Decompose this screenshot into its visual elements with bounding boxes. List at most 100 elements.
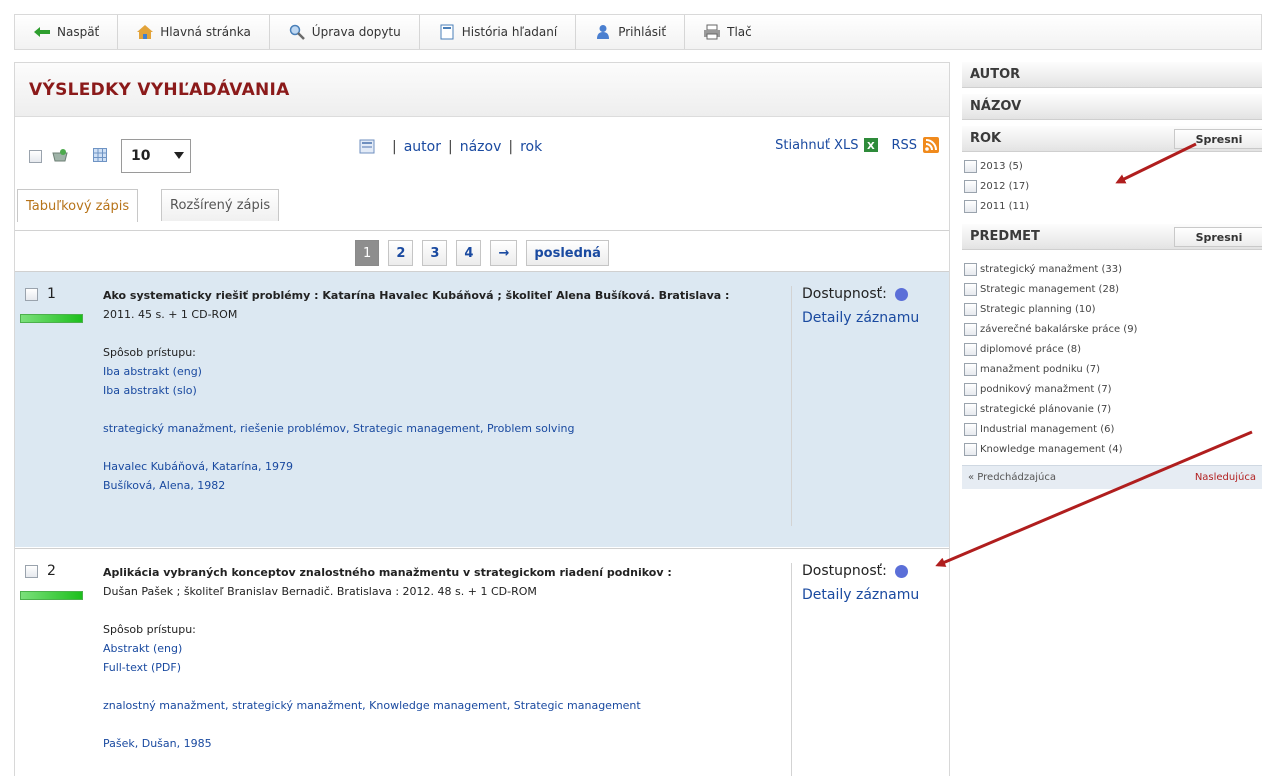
access-link[interactable]: Abstrakt (eng) (103, 639, 773, 658)
facet-checkbox[interactable] (964, 422, 977, 436)
home-icon (136, 24, 154, 40)
facet-subject-item[interactable]: Strategic management (28) (964, 279, 1262, 299)
per-page-select[interactable]: 10 (121, 139, 191, 173)
page-1[interactable]: 1 (355, 240, 380, 266)
sort-icon (359, 139, 377, 155)
facet-checkbox[interactable] (964, 402, 977, 416)
facet-item-label: 2011 (11) (980, 200, 1030, 212)
facet-subject-item[interactable]: Knowledge management (4) (964, 439, 1262, 459)
subject-links[interactable]: strategický manažment, riešenie problémo… (103, 419, 773, 438)
record-title: Aplikácia vybraných konceptov znalostnéh… (103, 566, 672, 579)
access-link[interactable]: Iba abstrakt (eng) (103, 362, 773, 381)
availability: Dostupnosť: (802, 286, 919, 302)
record-index: 2 (47, 563, 56, 579)
edit-query-label: Úprava dopytu (311, 25, 401, 39)
facet-subject-item[interactable]: Industrial management (6) (964, 419, 1262, 439)
subject-links[interactable]: znalostný manažment, strategický manažme… (103, 696, 773, 715)
login-button[interactable]: Prihlásiť (576, 15, 686, 49)
facet-subject-label: PREDMET (970, 229, 1040, 244)
last-page-button[interactable]: posledná (526, 240, 609, 266)
sort-by-year[interactable]: rok (520, 139, 542, 155)
page-4[interactable]: 4 (456, 240, 482, 266)
sort-separator: | (392, 139, 397, 155)
facet-checkbox[interactable] (964, 262, 977, 276)
pagination: 1 2 3 4 → posledná (15, 233, 949, 273)
facet-checkbox[interactable] (964, 342, 977, 356)
facet-checkbox[interactable] (964, 179, 977, 193)
facet-checkbox[interactable] (964, 302, 977, 316)
next-page-button[interactable]: → (490, 240, 518, 266)
facet-subject-item[interactable]: diplomové práce (8) (964, 339, 1262, 359)
sort-by-title[interactable]: názov (460, 139, 502, 155)
access-link[interactable]: Iba abstrakt (slo) (103, 381, 773, 400)
refine-subject-button[interactable]: Spresni (1174, 227, 1262, 247)
tab-table-view[interactable]: Tabuľkový zápis (17, 189, 139, 222)
top-toolbar: Naspäť Hlavná stránka Úprava dopytu Hist… (14, 14, 1262, 50)
home-label: Hlavná stránka (160, 25, 251, 39)
facet-checkbox[interactable] (964, 282, 977, 296)
back-button[interactable]: Naspäť (15, 15, 119, 49)
search-history-button[interactable]: História hľadaní (420, 15, 577, 49)
facet-year-item[interactable]: 2012 (17) (964, 176, 1262, 196)
access-link[interactable]: Full-text (PDF) (103, 658, 773, 677)
dropdown-arrow-icon (174, 152, 184, 159)
results-title: VÝSLEDKY VYHĽADÁVANIA (29, 79, 290, 100)
rss-icon[interactable] (923, 137, 939, 153)
sort-by-author[interactable]: autor (404, 139, 441, 155)
svg-text:X: X (867, 141, 875, 152)
home-button[interactable]: Hlavná stránka (118, 15, 270, 49)
facet-item-label: 2013 (5) (980, 160, 1023, 172)
back-label: Naspäť (57, 25, 100, 39)
author-link[interactable]: Pašek, Dušan, 1985 (103, 734, 773, 753)
download-xls-link[interactable]: Stiahnuť XLS (775, 138, 858, 153)
facet-checkbox[interactable] (964, 362, 977, 376)
subject-facet-list: strategický manažment (33) Strategic man… (962, 250, 1262, 465)
facet-year-item[interactable]: 2011 (11) (964, 196, 1262, 216)
record-checkbox[interactable] (25, 287, 38, 301)
rss-link[interactable]: RSS (891, 138, 917, 153)
author-link[interactable]: Bušíková, Alena, 1982 (103, 476, 773, 495)
availability-dot-icon[interactable] (894, 287, 908, 301)
availability-dot-icon[interactable] (894, 564, 908, 578)
facet-checkbox[interactable] (964, 159, 977, 173)
facet-checkbox[interactable] (964, 322, 977, 336)
facet-subject-item[interactable]: strategické plánovanie (7) (964, 399, 1262, 419)
facet-prev-link[interactable]: « Predchádzajúca (968, 472, 1056, 483)
record-body: Ako systematicky riešiť problémy : Katar… (103, 286, 773, 495)
results-title-bar: VÝSLEDKY VYHĽADÁVANIA (15, 63, 949, 117)
facet-subject-item[interactable]: záverečné bakalárske práce (9) (964, 319, 1262, 339)
edit-query-button[interactable]: Úprava dopytu (270, 15, 420, 49)
grid-view-icon[interactable] (93, 148, 107, 165)
basket-icon[interactable] (51, 147, 69, 166)
record-details-link[interactable]: Detaily záznamu (802, 310, 919, 326)
select-all-checkbox[interactable] (29, 150, 42, 163)
facet-checkbox[interactable] (964, 382, 977, 396)
facet-subject-header[interactable]: PREDMET Spresni (962, 224, 1262, 250)
facet-item-label: záverečné bakalárske práce (9) (980, 323, 1138, 335)
view-tabs: Tabuľkový zápis Rozšírený zápis (15, 179, 949, 231)
facet-subject-item[interactable]: podnikový manažment (7) (964, 379, 1262, 399)
page-3[interactable]: 3 (422, 240, 448, 266)
record-details-link[interactable]: Detaily záznamu (802, 587, 919, 603)
facet-year-item[interactable]: 2013 (5) (964, 156, 1262, 176)
page-2[interactable]: 2 (388, 240, 414, 266)
facet-subject-item[interactable]: manažment podniku (7) (964, 359, 1262, 379)
facet-author-header[interactable]: AUTOR (962, 62, 1262, 88)
facet-subject-item[interactable]: Strategic planning (10) (964, 299, 1262, 319)
excel-icon[interactable]: X (863, 137, 879, 153)
record-side: Dostupnosť: Detaily záznamu (791, 286, 919, 526)
per-page-value: 10 (131, 148, 151, 164)
facet-title-header[interactable]: NÁZOV (962, 94, 1262, 120)
facet-next-link[interactable]: Nasledujúca (1195, 472, 1256, 483)
author-link[interactable]: Havalec Kubáňová, Katarína, 1979 (103, 457, 773, 476)
print-button[interactable]: Tlač (685, 15, 770, 49)
record-checkbox[interactable] (25, 564, 38, 578)
sort-separator: | (447, 139, 453, 155)
availability-label: Dostupnosť: (802, 286, 887, 302)
tab-extended-view[interactable]: Rozšírený zápis (161, 189, 280, 221)
facet-subject-item[interactable]: strategický manažment (33) (964, 259, 1262, 279)
facet-year-header[interactable]: ROK Spresni (962, 126, 1262, 152)
refine-year-button[interactable]: Spresni (1174, 129, 1262, 149)
facet-checkbox[interactable] (964, 199, 977, 213)
facet-checkbox[interactable] (964, 442, 977, 456)
